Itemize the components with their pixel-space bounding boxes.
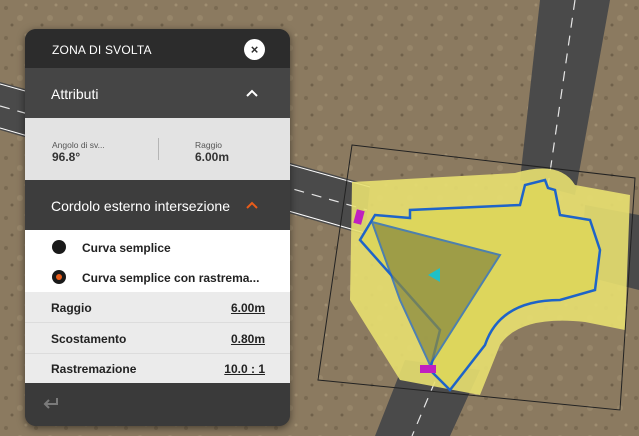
property-value-radius[interactable]: 6.00m <box>231 301 265 315</box>
radius-value: 6.00m <box>195 150 230 164</box>
property-row-raggio: Raggio 6.00m <box>25 292 290 323</box>
property-value-taper[interactable]: 10.0 : 1 <box>224 362 265 376</box>
option-simple-curve-taper[interactable]: Curva semplice con rastrema... <box>25 263 290 291</box>
radio-button-selected[interactable] <box>52 270 66 284</box>
chevron-up-icon[interactable] <box>245 200 259 210</box>
property-label: Raggio <box>51 301 92 315</box>
panel-title: ZONA DI SVOLTA <box>52 43 152 57</box>
property-label: Rastremazione <box>51 362 137 376</box>
property-row-rastremazione: Rastremazione 10.0 : 1 <box>25 353 290 383</box>
info-divider <box>158 138 159 160</box>
panel-footer <box>25 383 290 426</box>
radio-button[interactable] <box>52 240 66 254</box>
property-value-offset[interactable]: 0.80m <box>231 332 265 346</box>
section-attributes-header[interactable]: Attributi <box>25 68 290 118</box>
property-row-scostamento: Scostamento 0.80m <box>25 323 290 354</box>
property-label: Scostamento <box>51 332 127 346</box>
undo-icon[interactable] <box>41 395 61 411</box>
section-cordolo-header[interactable]: Cordolo esterno intersezione <box>25 180 290 230</box>
radius-label: Raggio <box>195 140 222 150</box>
option-label: Curva semplice <box>82 241 171 255</box>
close-icon[interactable]: × <box>244 39 265 60</box>
section-cordolo-title: Cordolo esterno intersezione <box>51 198 230 214</box>
section-attributes-title: Attributi <box>51 86 99 102</box>
grip-handle[interactable] <box>420 365 436 373</box>
angle-label: Angolo di sv... <box>52 140 105 150</box>
attributes-info: Angolo di sv... 96.8° Raggio 6.00m <box>25 118 290 180</box>
chevron-up-icon[interactable] <box>245 88 259 98</box>
curve-type-options: Curva semplice Curva semplice con rastre… <box>25 230 290 292</box>
turn-zone-panel: ZONA DI SVOLTA × Attributi Angolo di sv.… <box>25 29 290 426</box>
angle-value: 96.8° <box>52 150 81 164</box>
option-label: Curva semplice con rastrema... <box>82 271 260 285</box>
panel-title-bar: ZONA DI SVOLTA × <box>25 29 290 68</box>
curve-properties: Raggio 6.00m Scostamento 0.80m Rastremaz… <box>25 292 290 383</box>
option-simple-curve[interactable]: Curva semplice <box>25 233 290 261</box>
